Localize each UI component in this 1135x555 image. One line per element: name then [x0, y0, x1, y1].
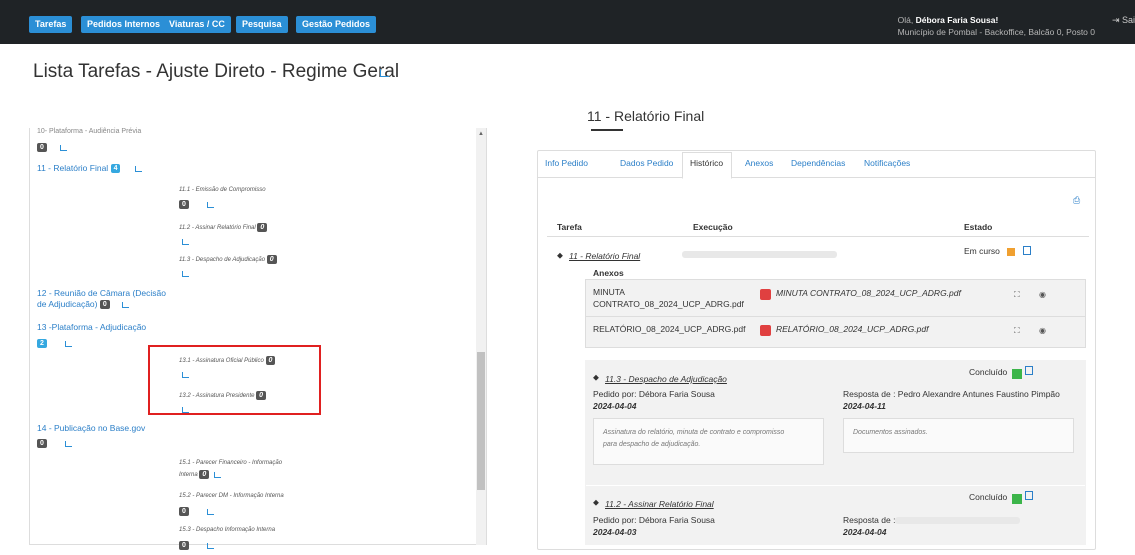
tree-item-12[interactable]: 12 - Reunião de Câmara (Decisão — [37, 288, 166, 298]
detail-title: 11 - Relatório Final — [587, 108, 705, 124]
count-badge: 2 — [37, 339, 47, 349]
subtask-link[interactable]: 11.2 - Assinar Relatório Final — [605, 499, 714, 509]
view-icon[interactable]: ◉ — [1039, 290, 1046, 299]
count-badge: 0 — [256, 391, 267, 400]
request-note: Assinatura do relatório, minuta de contr… — [593, 418, 824, 465]
chart-icon[interactable] — [182, 371, 189, 378]
count-badge: 0 — [37, 143, 47, 153]
count-badge: 0 — [37, 439, 47, 449]
count-badge: 0 — [99, 300, 110, 310]
tag-icon: ⬥ — [593, 372, 599, 382]
scroll-up-icon[interactable]: ▲ — [478, 131, 484, 137]
tree-sub-15-1[interactable]: 15.1 - Parecer Financeiro - Informação — [179, 460, 282, 466]
expand-icon[interactable]: ⛶ — [1014, 326, 1020, 336]
subtask-state: Concluído — [969, 492, 1008, 502]
tab-historico[interactable]: Histórico — [690, 158, 723, 168]
count-badge: 0 — [257, 223, 268, 232]
count-badge: 0 — [179, 507, 189, 517]
document-icon[interactable] — [1023, 246, 1031, 255]
top-navbar: Tarefas Pedidos Internos Viaturas / CC P… — [0, 0, 1135, 44]
tree-item-14[interactable]: 14 - Publicação no Base.gov — [37, 423, 145, 433]
redacted-text — [682, 251, 837, 258]
chart-icon[interactable] — [64, 440, 72, 447]
tag-icon: ⬥ — [593, 497, 599, 507]
chart-icon[interactable] — [206, 201, 214, 208]
attachment-file-link[interactable]: MINUTA CONTRATO_08_2024_UCP_ADRG.pdf — [776, 288, 961, 298]
chart-icon[interactable] — [380, 69, 389, 77]
count-badge: 0 — [179, 200, 189, 210]
nav-gestao-pedidos[interactable]: Gestão Pedidos — [296, 16, 377, 33]
chart-icon[interactable] — [206, 542, 214, 549]
redacted-text — [895, 517, 1020, 524]
document-icon[interactable] — [1025, 366, 1033, 375]
expand-icon[interactable]: ⛶ — [1014, 290, 1020, 300]
tree-item-10[interactable]: 10- Plataforma - Audiência Prévia — [37, 128, 141, 135]
count-badge: 0 — [199, 470, 210, 479]
tab-dados-pedido[interactable]: Dados Pedido — [620, 158, 673, 168]
count-badge: 4 — [110, 164, 121, 174]
tree-sub-11-2[interactable]: 11.2 - Assinar Relatório Final 0 — [179, 223, 268, 232]
print-icon[interactable]: ⎙ — [1073, 195, 1080, 206]
subtask-link[interactable]: 11.3 - Despacho de Adjudicação — [605, 374, 727, 384]
chart-icon[interactable] — [214, 471, 222, 478]
col-execucao: Execução — [693, 222, 733, 232]
response-note: Documentos assinados. — [843, 418, 1074, 453]
status-indicator — [1012, 494, 1022, 504]
tree-sub-11-3[interactable]: 11.3 - Despacho de Adjudicação 0 — [179, 255, 277, 264]
tab-dependencias[interactable]: Dependências — [791, 158, 845, 168]
nav-pesquisa[interactable]: Pesquisa — [236, 16, 288, 33]
attachment-name: CONTRATO_08_2024_UCP_ADRG.pdf — [593, 299, 744, 309]
view-icon[interactable]: ◉ — [1039, 326, 1046, 335]
tree-sub-15-2[interactable]: 15.2 - Parecer DM - Informação Interna — [179, 493, 284, 499]
title-underline — [591, 129, 623, 131]
chart-icon[interactable] — [182, 406, 189, 413]
chart-icon[interactable] — [60, 144, 68, 151]
user-info: Olá, Débora Faria Sousa! Município de Po… — [897, 15, 1095, 37]
document-icon[interactable] — [1025, 491, 1033, 500]
scrollbar-thumb[interactable] — [477, 352, 485, 490]
task-link[interactable]: 11 - Relatório Final — [569, 251, 640, 261]
chart-icon[interactable] — [182, 238, 189, 245]
chart-icon[interactable] — [134, 165, 142, 172]
nav-tarefas[interactable]: Tarefas — [29, 16, 73, 33]
pdf-icon — [760, 325, 771, 336]
anexos-label: Anexos — [593, 268, 624, 278]
chart-icon[interactable] — [206, 508, 214, 515]
subtask-state: Concluído — [969, 367, 1008, 377]
tree-item-11[interactable]: 11 - Relatório Final 4 — [37, 163, 142, 174]
col-estado: Estado — [964, 222, 993, 232]
attachment-file-link[interactable]: RELATÓRIO_08_2024_UCP_ADRG.pdf — [776, 324, 928, 334]
tree-sub-11-1[interactable]: 11.1 - Emissão de Compromisso — [179, 187, 266, 193]
task-state: Em curso — [964, 246, 1000, 256]
tab-anexos[interactable]: Anexos — [745, 158, 773, 168]
chart-icon[interactable] — [121, 301, 129, 308]
pdf-icon — [760, 289, 771, 300]
chart-icon[interactable] — [64, 340, 72, 347]
attachment-name: RELATÓRIO_08_2024_UCP_ADRG.pdf — [593, 324, 746, 334]
status-indicator — [1012, 369, 1022, 379]
count-badge: 0 — [266, 255, 277, 264]
nav-viaturas[interactable]: Viaturas / CC — [163, 16, 231, 33]
tag-icon: ⬥ — [557, 250, 563, 260]
nav-pedidos-internos[interactable]: Pedidos Internos — [81, 16, 167, 33]
count-badge: 0 — [265, 356, 276, 365]
tree-item-13[interactable]: 13 -Plataforma - Adjudicação — [37, 322, 146, 332]
tab-info-pedido[interactable]: Info Pedido — [545, 158, 588, 168]
logout-button[interactable]: ⇥ Sai — [1112, 15, 1135, 26]
count-badge: 0 — [179, 541, 189, 551]
tree-sub-13-2[interactable]: 13.2 - Assinatura Presidente 0 — [179, 391, 267, 400]
col-tarefa: Tarefa — [557, 222, 582, 232]
tree-sub-13-1[interactable]: 13.1 - Assinatura Oficial Público 0 — [179, 356, 276, 365]
chart-icon[interactable] — [182, 270, 189, 277]
tab-notificacoes[interactable]: Notificações — [864, 158, 910, 168]
tree-sub-15-3[interactable]: 15.3 - Despacho Informação Interna — [179, 527, 275, 533]
page-title: Lista Tarefas - Ajuste Direto - Regime G… — [33, 61, 400, 82]
status-indicator — [1007, 248, 1015, 256]
